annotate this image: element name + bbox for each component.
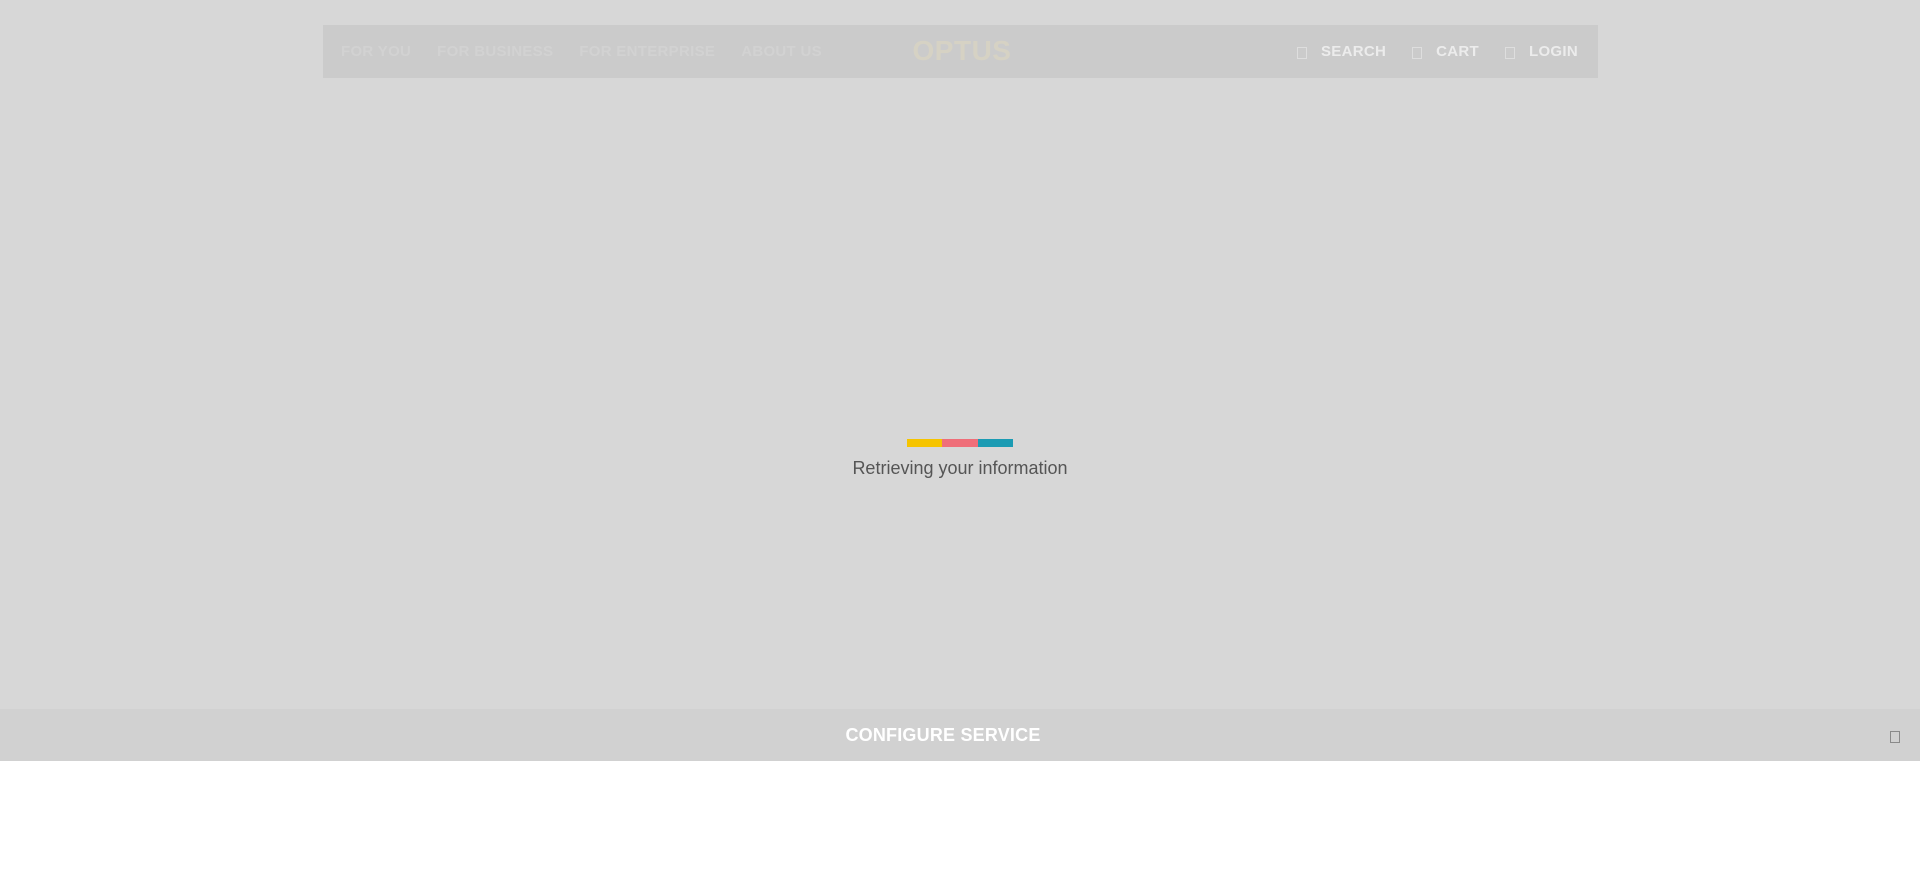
cart-icon bbox=[1412, 47, 1423, 59]
nav-link-for-business[interactable]: FOR BUSINESS bbox=[437, 43, 553, 60]
loader-segment-yellow bbox=[907, 439, 943, 447]
loading-message: Retrieving your information bbox=[852, 458, 1068, 478]
nav-link-about-us[interactable]: ABOUT US bbox=[741, 43, 822, 60]
nav-link-for-enterprise[interactable]: FOR ENTERPRISE bbox=[579, 43, 715, 60]
search-link[interactable]: SEARCH bbox=[1296, 43, 1387, 60]
cart-link[interactable]: CART bbox=[1412, 43, 1479, 60]
search-icon bbox=[1296, 47, 1307, 59]
cart-label: CART bbox=[1436, 43, 1479, 60]
login-link[interactable]: LOGIN bbox=[1505, 43, 1578, 60]
search-label: SEARCH bbox=[1320, 43, 1387, 60]
close-icon[interactable] bbox=[1890, 731, 1900, 743]
loader-segment-teal bbox=[977, 439, 1013, 447]
site-header: FOR YOU FOR BUSINESS FOR ENTERPRISE ABOU… bbox=[323, 25, 1598, 78]
utility-nav: SEARCH CART LOGIN bbox=[1271, 25, 1578, 78]
optus-logo[interactable]: OPTUS bbox=[909, 33, 1015, 69]
loading-overlay: FOR YOU FOR BUSINESS FOR ENTERPRISE ABOU… bbox=[0, 0, 1920, 709]
nav-link-for-you[interactable]: FOR YOU bbox=[341, 43, 411, 60]
loader-segment-pink bbox=[942, 439, 978, 447]
configure-service-bar: CONFIGURE SERVICE bbox=[0, 709, 1920, 761]
user-icon bbox=[1505, 47, 1515, 59]
loading-indicator bbox=[907, 439, 1013, 447]
page: FOR YOU FOR BUSINESS FOR ENTERPRISE ABOU… bbox=[0, 0, 1920, 888]
configure-service-title: CONFIGURE SERVICE bbox=[845, 725, 1041, 745]
login-label: LOGIN bbox=[1529, 43, 1578, 60]
primary-nav: FOR YOU FOR BUSINESS FOR ENTERPRISE ABOU… bbox=[341, 25, 848, 78]
